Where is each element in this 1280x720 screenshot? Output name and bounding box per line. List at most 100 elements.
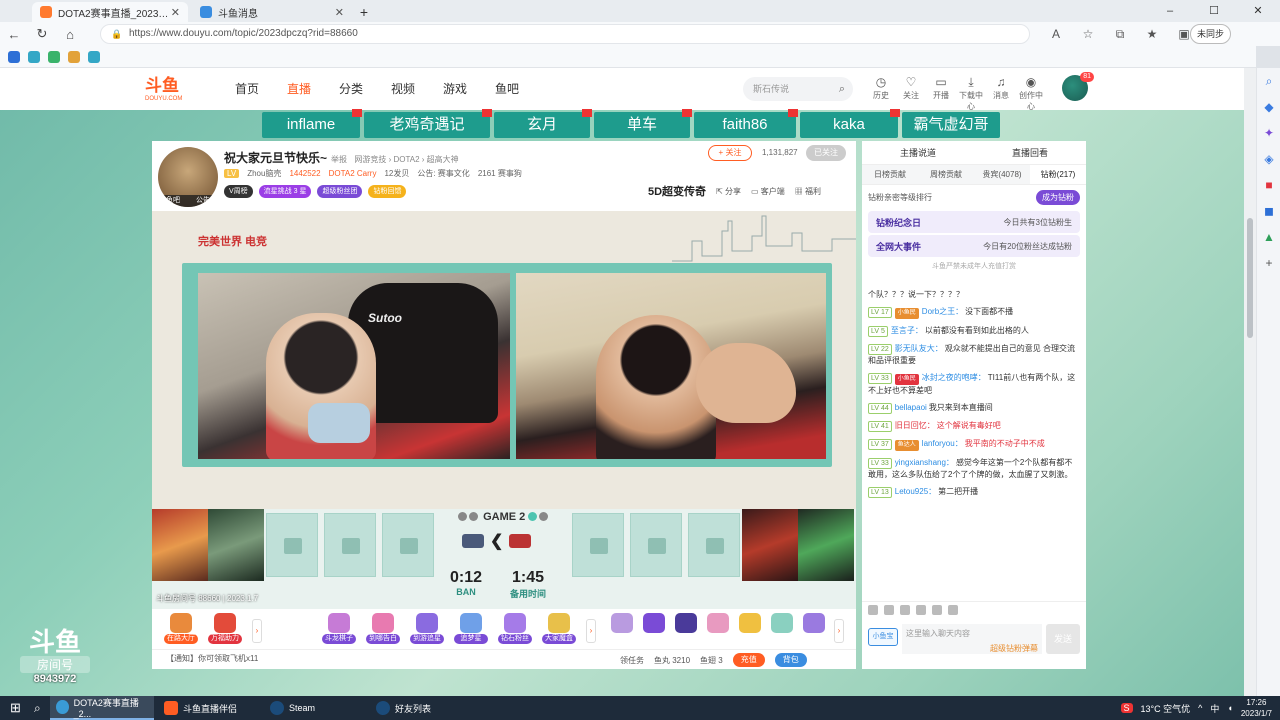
add-icon[interactable]: + [1257,250,1280,276]
tray-app-icon[interactable]: S [1120,703,1133,713]
emoji-icon[interactable] [868,605,878,615]
network-event-notice[interactable]: 全网大事件 今日有20位粉丝达成钻粉 [868,235,1080,257]
home-icon[interactable]: ⌂ [56,27,84,42]
gift-item[interactable] [800,613,828,633]
user-nick[interactable]: Letou925： [895,487,936,496]
streamer-talk-link[interactable]: 主播说道 [900,146,936,159]
nav-live[interactable]: 直播 [287,80,339,97]
nav-category[interactable]: 分类 [339,80,391,97]
bookmark-icon[interactable] [68,50,80,63]
become-diamond-button[interactable]: 成为钻粉 [1036,189,1080,205]
super-fans-badge[interactable]: 超级粉丝团 [317,185,363,198]
tree-icon[interactable]: ▲ [1257,224,1280,250]
video-player[interactable]: 完美世界 电竞 Sutoo GAME 2 ❮ 0:12 BAN 1:45 备用时… [152,211,856,609]
weekly-rank-badge[interactable]: V周榜 [224,185,253,198]
diamond-fans-badge[interactable]: 钻粉回馈 [368,185,407,198]
page-scrollbar[interactable] [1244,68,1256,696]
super-barrage-link[interactable]: 超级钻粉弹幕 [906,643,1038,654]
bag-button[interactable]: 背包 [774,653,807,667]
gift-item[interactable]: 大家魔盒 [542,613,576,644]
bookmark-icon[interactable] [48,50,60,63]
bookmark-icon[interactable] [88,50,100,63]
welfare-button[interactable]: ▦ 福利 [795,186,821,197]
search-icon[interactable]: ⌕ [839,77,845,101]
minimize-icon[interactable]: – [1148,0,1192,22]
chat-input[interactable]: 这里输入聊天内容 超级钻粉弹幕 [902,624,1042,654]
tray-chevron-icon[interactable]: ^ [1198,703,1202,713]
share-button[interactable]: ⇱ 分享 [716,186,741,197]
user-nick[interactable]: 冰封之夜的咆哮： [922,373,986,382]
user-nick[interactable]: 影无队友大： [895,344,943,353]
gift-item[interactable]: 万福助力 [208,613,242,644]
profile-button[interactable]: 未同步 [1190,24,1232,44]
gift-item[interactable]: 在路大厅 [164,613,198,644]
color-icon[interactable] [900,605,910,615]
bookmark-apps-icon[interactable] [8,50,20,63]
close-window-icon[interactable]: ✕ [1236,0,1280,22]
favorite-star-icon[interactable]: ☆ [1072,24,1104,44]
gift-item[interactable]: 到游追星 [410,613,444,644]
tab-close-icon[interactable]: ✕ [171,6,180,19]
search-input[interactable]: 斯石传说 ⌕ [743,77,853,101]
gift-item[interactable] [768,613,796,633]
nav-yuba[interactable]: 鱼吧 [495,80,547,97]
ime-indicator[interactable]: 中 [1210,702,1219,715]
team-button[interactable]: kaka [800,109,900,138]
extensions-icon[interactable]: ⧉ [1104,24,1136,44]
tab-vip[interactable]: 贵宾(4078) [974,165,1030,184]
followed-button[interactable]: 已关注 [806,145,846,161]
gift-expand-button[interactable]: › [252,619,262,643]
barrage-icon[interactable] [932,605,942,615]
input-tag[interactable]: 小鱼宝 [868,628,898,646]
nav-games[interactable]: 游戏 [443,80,495,97]
gift-expand-button[interactable]: › [834,619,844,643]
search-icon[interactable]: ⌕ [1257,68,1280,94]
replay-link[interactable]: 直播回看 [1012,146,1048,159]
user-nick[interactable]: lanforyou： [922,439,963,448]
search-taskbar-button[interactable]: ⌕ [28,696,47,720]
gift-item[interactable] [640,613,668,633]
team-button[interactable]: inflame [262,109,362,138]
messages-button[interactable]: ♫ 消息 [986,74,1016,112]
follow-button[interactable]: + 关注 [708,145,752,161]
gift-icon[interactable] [916,605,926,615]
team-button[interactable]: 玄月 [494,109,592,138]
reload-icon[interactable]: ↻ [28,26,56,42]
bookmark-icon[interactable] [28,50,40,63]
taskbar-edge[interactable]: DOTA2赛事直播_2... [50,696,154,720]
tab-daily-rank[interactable]: 日榜贡献 [862,165,918,184]
clock[interactable]: 17:26 2023/1/7 [1241,697,1272,719]
history-button[interactable]: ◷ 历史 [866,74,896,112]
user-avatar[interactable]: 81 [1062,72,1094,101]
tools-icon[interactable]: ✦ [1257,120,1280,146]
creator-center-button[interactable]: ◉ 创作中心 [1016,74,1046,112]
tab-close-icon[interactable]: ✕ [335,6,344,19]
nav-home[interactable]: 首页 [235,80,287,97]
gift-item[interactable] [704,613,732,633]
gift-item[interactable]: 到哪告白 [366,613,400,644]
favorites-icon[interactable]: ★ [1136,24,1168,44]
team-button[interactable]: faith86 [694,109,798,138]
streamer-avatar[interactable]: 鱼吧 公告 [158,147,218,207]
back-icon[interactable]: ← [0,27,28,42]
user-nick[interactable]: yingxianshang： [895,458,954,467]
report-link[interactable]: 举报 [331,155,347,164]
client-button[interactable]: ▭ 客户端 [751,186,785,197]
send-button[interactable]: 发送 [1046,624,1080,654]
nav-video[interactable]: 视频 [391,80,443,97]
start-live-button[interactable]: ▭ 开播 [926,74,956,112]
rank-tag[interactable]: DOTA2 Carry [329,169,377,178]
settings-icon[interactable] [948,605,958,615]
new-tab-button[interactable]: + [354,2,374,22]
user-nick[interactable]: Dorb之王： [922,307,963,316]
recharge-button[interactable]: 充值 [732,653,765,667]
gift-item[interactable]: 斗龙棋子 [322,613,356,644]
follow-list-button[interactable]: ♡ 关注 [896,74,926,112]
outlook-icon[interactable]: ◼ [1257,198,1280,224]
user-nick[interactable]: bellapaoi [895,403,927,412]
streamer-name[interactable]: Zhou脑壳 [247,168,281,179]
task-link[interactable]: 领任务 [620,655,644,666]
fans-icon[interactable] [884,605,894,615]
download-button[interactable]: ⤓ 下载中心 [956,74,986,112]
gift-item[interactable] [608,613,636,633]
